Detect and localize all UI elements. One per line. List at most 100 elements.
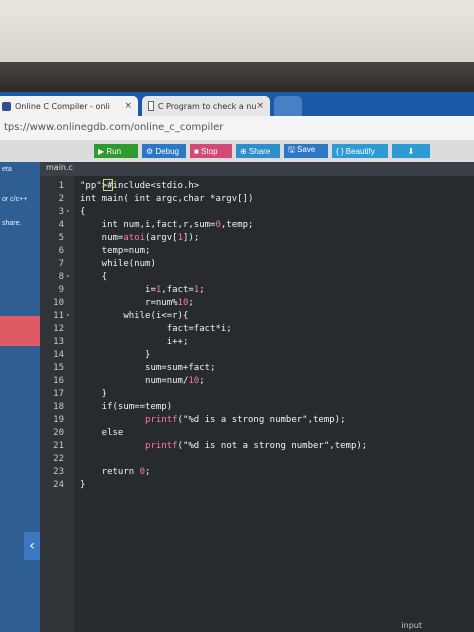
code-line[interactable]: 9 i=1,fact=1; xyxy=(40,284,474,296)
code-text: fact=fact*i; xyxy=(80,324,232,334)
line-number: 13 xyxy=(53,337,64,347)
onlinegdb-favicon-icon xyxy=(2,101,11,111)
code-line[interactable]: 20 else xyxy=(40,427,474,439)
code-text: return 0; xyxy=(80,467,151,477)
code-text: while(num) xyxy=(80,259,156,269)
line-number: 24 xyxy=(53,480,64,490)
code-text: temp=num; xyxy=(80,246,151,256)
code-line[interactable]: 17 } xyxy=(40,388,474,400)
file-tab-row: main.c xyxy=(40,162,474,176)
code-line[interactable]: 3 ▾ { xyxy=(40,206,474,218)
line-number: 18 xyxy=(53,402,64,412)
line-number: 14 xyxy=(53,350,64,360)
code-line[interactable]: 23 return 0; xyxy=(40,466,474,478)
code-text: { xyxy=(80,207,86,217)
code-line[interactable]: 10 r=num%10; xyxy=(40,297,474,309)
left-sidebar: eta or c/c++ share. ‹ xyxy=(0,162,40,632)
line-number: 10 xyxy=(53,298,64,308)
code-text: } xyxy=(80,389,108,399)
sidebar-highlight-block[interactable] xyxy=(0,316,40,346)
monitor-bezel xyxy=(0,62,474,92)
collapse-sidebar-chevron-icon[interactable]: ‹ xyxy=(24,532,40,560)
line-number: 6 xyxy=(58,246,64,256)
line-number: 2 xyxy=(58,194,64,204)
code-line[interactable]: 15 sum=sum+fact; xyxy=(40,362,474,374)
run-button[interactable]: ▶ Run xyxy=(94,144,138,158)
line-number: 20 xyxy=(53,428,64,438)
code-text: printf("%d is a strong number",temp); xyxy=(145,415,346,425)
line-number: 12 xyxy=(53,324,64,334)
url-text[interactable]: tps://www.onlinegdb.com/online_c_compile… xyxy=(4,122,223,133)
beautify-button[interactable]: { } Beautify xyxy=(332,144,388,158)
code-text: int main( int argc,char *argv[]) xyxy=(80,194,254,204)
code-text: int num,i,fact,r,sum=0,temp; xyxy=(80,220,254,230)
code-line[interactable]: 11 ▾ while(i<=r){ xyxy=(40,310,474,322)
code-line[interactable]: 6 temp=num; xyxy=(40,245,474,257)
code-text: while(i<=r){ xyxy=(80,311,189,321)
code-line[interactable]: 24} xyxy=(40,479,474,491)
browser-tab-compiler[interactable]: Online C Compiler - onli × xyxy=(0,96,138,116)
code-line[interactable]: 19 printf("%d is a strong number",temp); xyxy=(40,414,474,426)
line-number: 3 xyxy=(58,207,64,217)
save-button[interactable]: 🖫 Save xyxy=(284,144,328,158)
sidebar-item[interactable]: eta xyxy=(0,166,40,173)
code-line[interactable]: 12 fact=fact*i; xyxy=(40,323,474,335)
sidebar-item[interactable]: or c/c++ xyxy=(0,196,40,203)
page-favicon-icon xyxy=(148,101,154,111)
line-number: 23 xyxy=(53,467,64,477)
sidebar-item[interactable]: share. xyxy=(0,220,40,227)
text-cursor xyxy=(103,179,113,191)
share-button[interactable]: ⊕ Share xyxy=(236,144,280,158)
stop-button[interactable]: ■ Stop xyxy=(190,144,232,158)
code-text: } xyxy=(80,480,86,490)
close-tab-icon[interactable]: × xyxy=(124,101,132,111)
code-line[interactable]: 18 if(sum==temp) xyxy=(40,401,474,413)
code-text: "pp">#include<stdio.h> xyxy=(80,181,200,191)
tab-title: C Program to check a nu xyxy=(157,101,257,111)
line-number: 1 xyxy=(58,181,64,191)
line-number: 9 xyxy=(58,285,64,295)
code-text: r=num%10; xyxy=(80,298,194,308)
code-line[interactable]: 4 int num,i,fact,r,sum=0,temp; xyxy=(40,219,474,231)
monitor-screen: Online C Compiler - onli × C Program to … xyxy=(0,92,474,632)
code-text: else xyxy=(80,428,124,438)
code-text: sum=sum+fact; xyxy=(80,363,216,373)
code-line[interactable]: 16 num=num/10; xyxy=(40,375,474,387)
code-line[interactable]: 2 int main( int argc,char *argv[]) xyxy=(40,193,474,205)
debug-button[interactable]: ⚙ Debug xyxy=(142,144,186,158)
code-text: printf("%d is not a strong number",temp)… xyxy=(145,441,368,451)
fold-arrow-icon[interactable]: ▾ xyxy=(66,271,70,283)
address-bar[interactable]: tps://www.onlinegdb.com/online_c_compile… xyxy=(0,116,474,141)
line-number: 19 xyxy=(53,415,64,425)
code-line[interactable]: 22 xyxy=(40,453,474,465)
line-number: 11 xyxy=(53,311,64,321)
browser-tab-strong-number[interactable]: C Program to check a nu × xyxy=(142,96,270,116)
line-number: 21 xyxy=(53,441,64,451)
browser-tab-strip: Online C Compiler - onli × C Program to … xyxy=(0,92,474,116)
wall-background xyxy=(0,0,474,62)
line-number: 17 xyxy=(53,389,64,399)
tab-title: Online C Compiler - onli xyxy=(15,101,110,111)
new-tab-button[interactable] xyxy=(274,96,302,116)
code-text: i++; xyxy=(80,337,189,347)
line-number: 7 xyxy=(58,259,64,269)
fold-arrow-icon[interactable]: ▾ xyxy=(66,206,70,218)
code-line[interactable]: 7 while(num) xyxy=(40,258,474,270)
code-text: i=1,fact=1; xyxy=(80,285,205,295)
code-line[interactable]: 8 ▾ { xyxy=(40,271,474,283)
code-editor[interactable]: 1 "pp">#include<stdio.h> 2 int main( int ar… xyxy=(40,176,474,632)
code-text: } xyxy=(80,350,151,360)
fold-arrow-icon[interactable]: ▾ xyxy=(66,310,70,322)
code-line[interactable]: 5 num=atoi(argv[1]); xyxy=(40,232,474,244)
file-tab-main-c[interactable]: main.c xyxy=(46,163,73,172)
code-line[interactable]: 13 i++; xyxy=(40,336,474,348)
line-number: 22 xyxy=(53,454,64,464)
download-button[interactable]: ⬇ xyxy=(392,144,430,158)
close-tab-icon[interactable]: × xyxy=(256,101,264,111)
line-number: 5 xyxy=(58,233,64,243)
code-line[interactable]: 21 printf("%d is not a strong number",te… xyxy=(40,440,474,452)
code-text: num=num/10; xyxy=(80,376,205,386)
code-line[interactable]: 14 } xyxy=(40,349,474,361)
line-number: 15 xyxy=(53,363,64,373)
line-number: 16 xyxy=(53,376,64,386)
